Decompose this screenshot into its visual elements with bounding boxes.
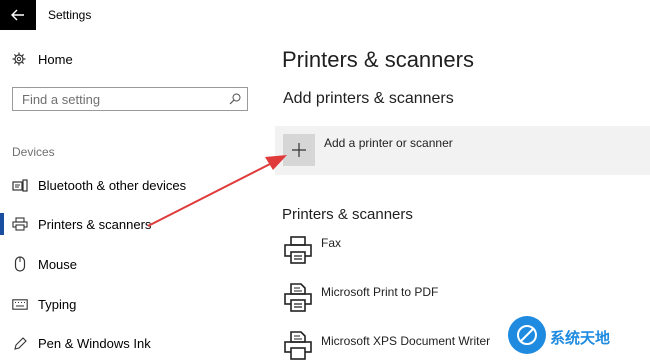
annotation-arrow (147, 155, 287, 227)
watermark-logo-icon (508, 316, 546, 354)
watermark-text: 系统天地 (550, 330, 611, 347)
